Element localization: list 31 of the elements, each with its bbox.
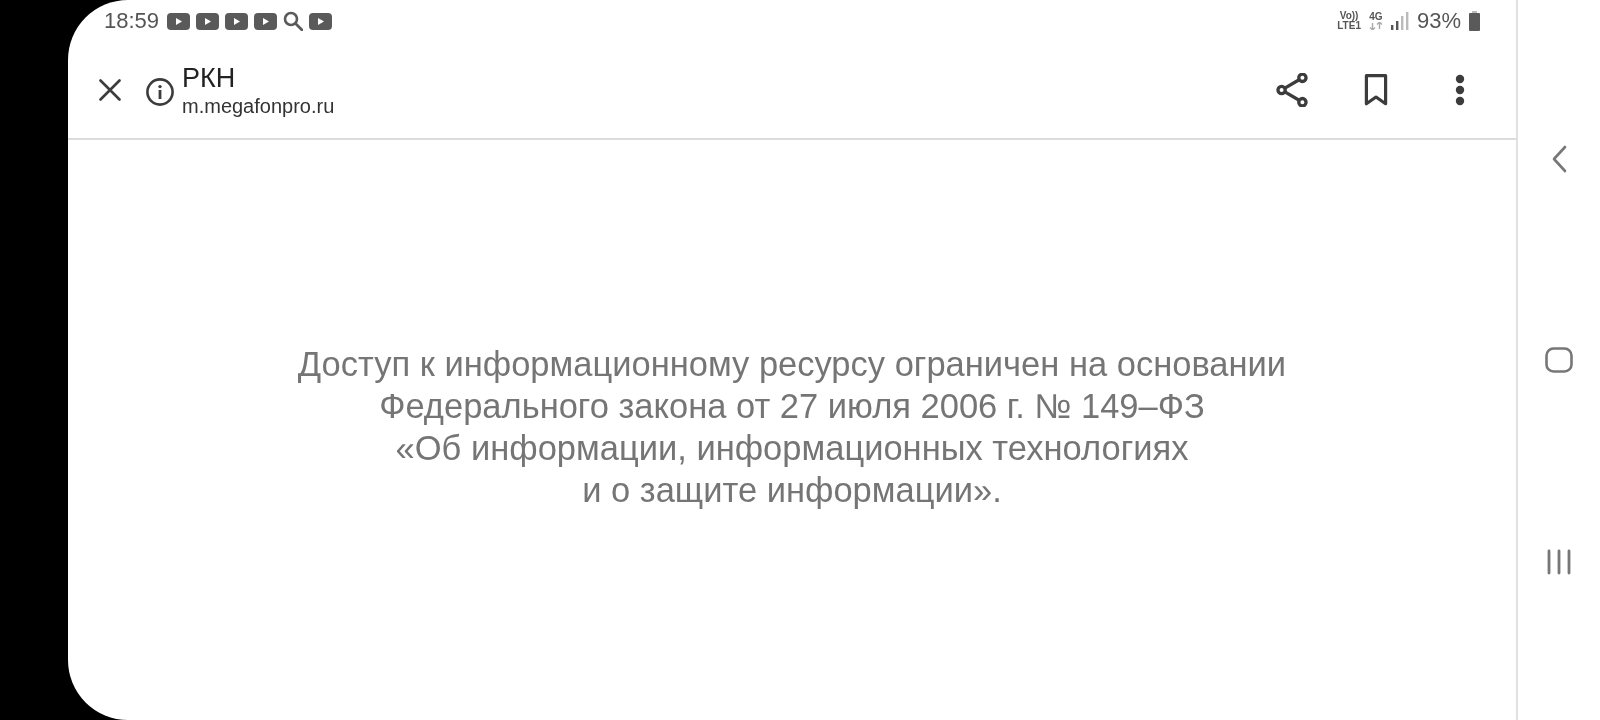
access-restricted-message: Доступ к информационному ресурсу ограничен на основании Федерального закона от 27 июля 2006 г. № 149–ФЗ «Об информации, информационных технологиях и о защите информации». xyxy=(297,344,1287,511)
signal-icon xyxy=(1390,12,1409,30)
share-button[interactable] xyxy=(1274,72,1310,108)
info-icon xyxy=(146,78,174,106)
back-button[interactable] xyxy=(1551,145,1567,173)
battery-icon xyxy=(1469,11,1480,31)
data-arrows-icon xyxy=(1368,22,1383,30)
lte-label: LTE1 xyxy=(1337,21,1361,31)
info-button[interactable] xyxy=(146,78,174,106)
more-options-icon xyxy=(1455,74,1465,106)
recent-apps-icon xyxy=(1546,549,1572,575)
bookmark-icon xyxy=(1364,74,1388,106)
network-type-label: 4G xyxy=(1369,12,1383,22)
video-app-icon xyxy=(225,12,249,30)
video-app-icon xyxy=(167,12,191,30)
page-title: РКН xyxy=(182,62,237,94)
search-icon xyxy=(283,11,304,31)
share-icon xyxy=(1276,73,1308,107)
battery-percent: 93% xyxy=(1416,8,1461,34)
volte-label: Vo)) xyxy=(1339,11,1359,21)
video-app-icon xyxy=(196,12,220,30)
recent-apps-button[interactable] xyxy=(1546,549,1572,575)
status-time: 18:59 xyxy=(104,8,160,34)
home-button[interactable] xyxy=(1545,347,1573,373)
page-url: m.megafonpro.ru xyxy=(182,94,335,118)
close-icon xyxy=(99,79,121,101)
video-app-icon xyxy=(254,12,278,30)
close-button[interactable] xyxy=(96,76,124,104)
video-app-icon xyxy=(309,12,333,30)
home-rounded-square-icon xyxy=(1545,347,1573,373)
back-chevron-icon xyxy=(1551,145,1567,173)
